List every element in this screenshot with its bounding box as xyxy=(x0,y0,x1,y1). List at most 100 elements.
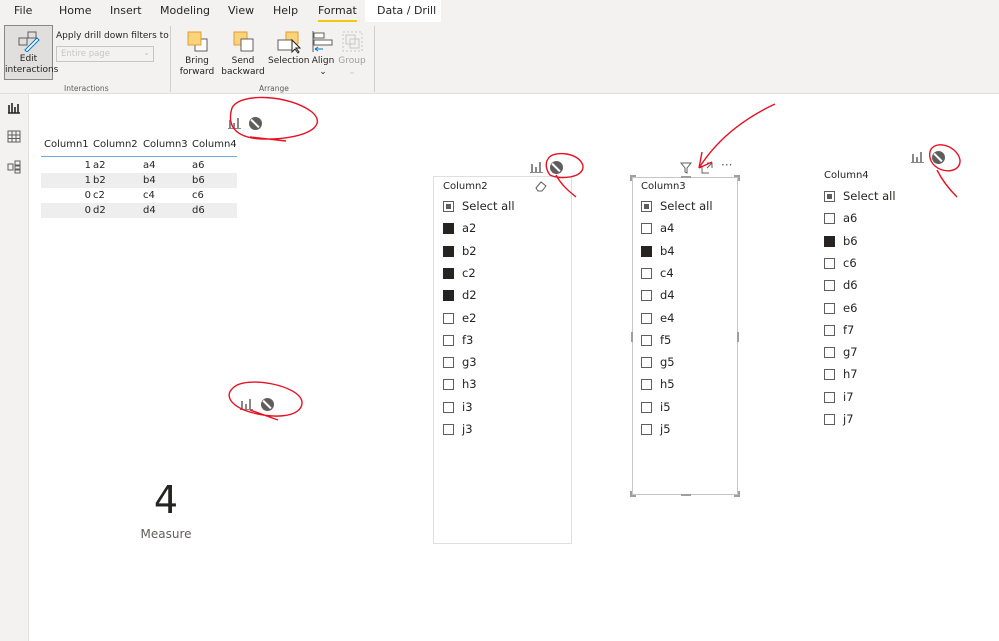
slicer-item[interactable]: h3 xyxy=(443,377,533,393)
more-options-icon[interactable]: ··· xyxy=(721,158,732,172)
no-impact-icon[interactable] xyxy=(249,117,262,130)
filter-icon[interactable] xyxy=(680,162,692,174)
no-impact-icon[interactable] xyxy=(550,161,563,174)
slicer-item[interactable]: d6 xyxy=(824,278,914,294)
slicer-item[interactable]: a4 xyxy=(641,221,731,237)
data-view-icon[interactable] xyxy=(7,130,21,143)
slicer-item[interactable]: h5 xyxy=(641,377,731,393)
column-header[interactable]: Column2 xyxy=(93,139,138,150)
checkbox[interactable] xyxy=(641,223,652,235)
slicer-item[interactable]: e4 xyxy=(641,311,731,327)
send-backward-button[interactable]: Send backward xyxy=(219,28,267,82)
checkbox[interactable] xyxy=(824,191,835,202)
slicer-item[interactable]: f7 xyxy=(824,323,914,339)
slicer-item[interactable]: d2 xyxy=(443,288,533,304)
slicer-item[interactable]: g5 xyxy=(641,355,731,371)
slicer-item[interactable]: f5 xyxy=(641,333,731,349)
slicer-item[interactable]: i7 xyxy=(824,390,914,406)
checkbox[interactable] xyxy=(824,391,835,403)
slicer-item[interactable]: Select all xyxy=(443,199,533,215)
tab-format[interactable]: Format xyxy=(318,4,357,22)
slicer-item[interactable]: g3 xyxy=(443,355,533,371)
checkbox[interactable] xyxy=(824,347,835,359)
checkbox[interactable] xyxy=(443,379,454,391)
tab-data-drill[interactable]: Data / Drill xyxy=(377,4,436,17)
slicer-item[interactable]: h7 xyxy=(824,367,914,383)
filter-interaction-icon[interactable] xyxy=(911,152,924,163)
checkbox[interactable] xyxy=(443,334,454,346)
slicer-item[interactable]: e2 xyxy=(443,311,533,327)
tab-modeling[interactable]: Modeling xyxy=(160,4,210,17)
checkbox[interactable] xyxy=(824,280,835,292)
checkbox[interactable] xyxy=(641,267,652,279)
checkbox[interactable] xyxy=(641,334,652,346)
checkbox[interactable] xyxy=(443,201,454,212)
eraser-icon[interactable] xyxy=(534,180,548,192)
slicer-item[interactable]: a6 xyxy=(824,211,914,227)
checkbox[interactable] xyxy=(824,369,835,381)
checkbox[interactable] xyxy=(443,245,454,257)
no-impact-icon[interactable] xyxy=(261,398,274,411)
apply-drill-dropdown[interactable]: Entire page ⌄ xyxy=(56,46,154,62)
slicer-item[interactable]: i5 xyxy=(641,400,731,416)
edit-interactions-button[interactable]: Edit interactions xyxy=(4,25,58,80)
slicer-item[interactable]: a2 xyxy=(443,221,533,237)
checkbox[interactable] xyxy=(443,424,454,435)
tab-insert[interactable]: Insert xyxy=(110,4,142,17)
slicer-item[interactable]: Select all xyxy=(641,199,731,215)
bring-forward-button[interactable]: Bring forward xyxy=(176,28,218,82)
column-header[interactable]: Column3 xyxy=(143,139,188,150)
tab-file[interactable]: File xyxy=(14,4,32,17)
filter-interaction-icon[interactable] xyxy=(228,118,241,129)
no-impact-icon[interactable] xyxy=(932,151,945,164)
slicer-item[interactable]: b4 xyxy=(641,244,731,260)
checkbox[interactable] xyxy=(824,213,835,225)
tab-help[interactable]: Help xyxy=(273,4,298,17)
slicer-item[interactable]: c6 xyxy=(824,256,914,272)
align-button[interactable]: Align ⌄ xyxy=(310,28,336,82)
slicer-item[interactable]: c2 xyxy=(443,266,533,282)
checkbox[interactable] xyxy=(443,267,454,279)
slicer-item[interactable]: c4 xyxy=(641,266,731,282)
slicer-item[interactable]: d4 xyxy=(641,288,731,304)
slicer-item[interactable]: j3 xyxy=(443,422,533,438)
checkbox[interactable] xyxy=(443,290,454,302)
tab-view[interactable]: View xyxy=(228,4,254,17)
model-view-icon[interactable] xyxy=(7,160,21,174)
checkbox[interactable] xyxy=(824,302,835,314)
checkbox[interactable] xyxy=(641,424,652,435)
column-header[interactable]: Column1 xyxy=(44,139,89,150)
column-header[interactable]: Column4 xyxy=(192,139,237,150)
checkbox[interactable] xyxy=(443,357,454,369)
checkbox[interactable] xyxy=(824,235,835,247)
slicer-item[interactable]: i3 xyxy=(443,400,533,416)
checkbox[interactable] xyxy=(824,324,835,336)
checkbox[interactable] xyxy=(641,401,652,413)
slicer-item[interactable]: b2 xyxy=(443,244,533,260)
selection-button[interactable]: Selection xyxy=(268,28,309,82)
focus-mode-icon[interactable] xyxy=(701,162,713,174)
filter-interaction-icon[interactable] xyxy=(240,399,253,410)
slicer-item[interactable]: b6 xyxy=(824,234,914,250)
checkbox[interactable] xyxy=(641,290,652,302)
slicer-item[interactable]: j7 xyxy=(824,412,914,428)
checkbox[interactable] xyxy=(443,223,454,235)
filter-interaction-icon[interactable] xyxy=(530,162,543,173)
checkbox[interactable] xyxy=(443,312,454,324)
checkbox[interactable] xyxy=(641,379,652,391)
slicer-item[interactable]: f3 xyxy=(443,333,533,349)
checkbox[interactable] xyxy=(641,312,652,324)
slicer-item[interactable]: Select all xyxy=(824,189,914,205)
tab-home[interactable]: Home xyxy=(59,4,91,17)
slicer-item[interactable]: e6 xyxy=(824,301,914,317)
checkbox[interactable] xyxy=(641,201,652,212)
slicer-item[interactable]: g7 xyxy=(824,345,914,361)
checkbox[interactable] xyxy=(824,414,835,425)
slicer-item[interactable]: j5 xyxy=(641,422,731,438)
report-view-icon[interactable] xyxy=(7,101,21,114)
checkbox[interactable] xyxy=(641,245,652,257)
checkbox[interactable] xyxy=(824,257,835,269)
checkbox[interactable] xyxy=(443,401,454,413)
slicer-item-label: Select all xyxy=(462,199,515,213)
checkbox[interactable] xyxy=(641,357,652,369)
